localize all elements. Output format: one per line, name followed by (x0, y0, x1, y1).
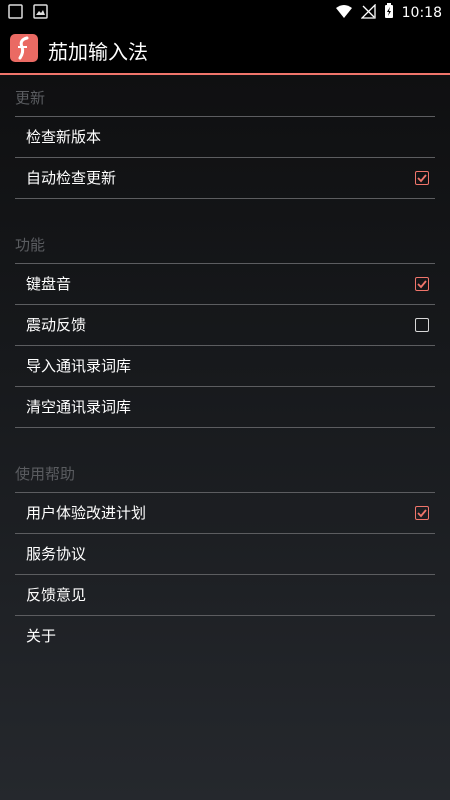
auto-check-update-item[interactable]: 自动检查更新 (15, 158, 435, 199)
clock: 10:18 (401, 5, 442, 21)
vibration-feedback-item[interactable]: 震动反馈 (15, 305, 435, 346)
app-logo-icon (10, 34, 38, 62)
item-label: 检查新版本 (26, 128, 102, 146)
import-contacts-dict-item[interactable]: 导入通讯录词库 (15, 346, 435, 387)
item-label: 键盘音 (26, 275, 72, 293)
image-icon (33, 4, 48, 23)
section-header-features: 功能 (15, 227, 435, 264)
item-label: 关于 (26, 627, 57, 645)
item-label: 反馈意见 (26, 586, 87, 604)
item-label: 用户体验改进计划 (26, 504, 147, 522)
clear-contacts-dict-item[interactable]: 清空通讯录词库 (15, 387, 435, 428)
keyboard-sound-checkbox[interactable] (415, 277, 429, 291)
item-label: 服务协议 (26, 545, 87, 563)
wifi-icon (335, 4, 353, 23)
settings-list: 更新 检查新版本 自动检查更新 功能 键盘音 震动反馈 导入通讯录词库 清空通讯… (15, 80, 435, 656)
item-label: 震动反馈 (26, 316, 87, 334)
keyboard-sound-item[interactable]: 键盘音 (15, 264, 435, 305)
app-title: 茄加输入法 (48, 40, 148, 64)
vibration-feedback-checkbox[interactable] (415, 318, 429, 332)
check-new-version-item[interactable]: 检查新版本 (15, 117, 435, 158)
battery-charging-icon (384, 3, 394, 23)
app-bar: 茄加输入法 (0, 25, 450, 75)
item-label: 清空通讯录词库 (26, 398, 132, 416)
status-bar: 10:18 (0, 0, 450, 25)
section-header-help: 使用帮助 (15, 456, 435, 493)
auto-check-update-checkbox[interactable] (415, 171, 429, 185)
notification-icon (8, 4, 23, 23)
item-label: 导入通讯录词库 (26, 357, 132, 375)
feedback-item[interactable]: 反馈意见 (15, 575, 435, 616)
service-agreement-item[interactable]: 服务协议 (15, 534, 435, 575)
ux-improvement-checkbox[interactable] (415, 506, 429, 520)
about-item[interactable]: 关于 (15, 616, 435, 656)
ux-improvement-item[interactable]: 用户体验改进计划 (15, 493, 435, 534)
section-header-update: 更新 (15, 80, 435, 117)
no-signal-icon (360, 2, 376, 23)
item-label: 自动检查更新 (26, 169, 117, 187)
